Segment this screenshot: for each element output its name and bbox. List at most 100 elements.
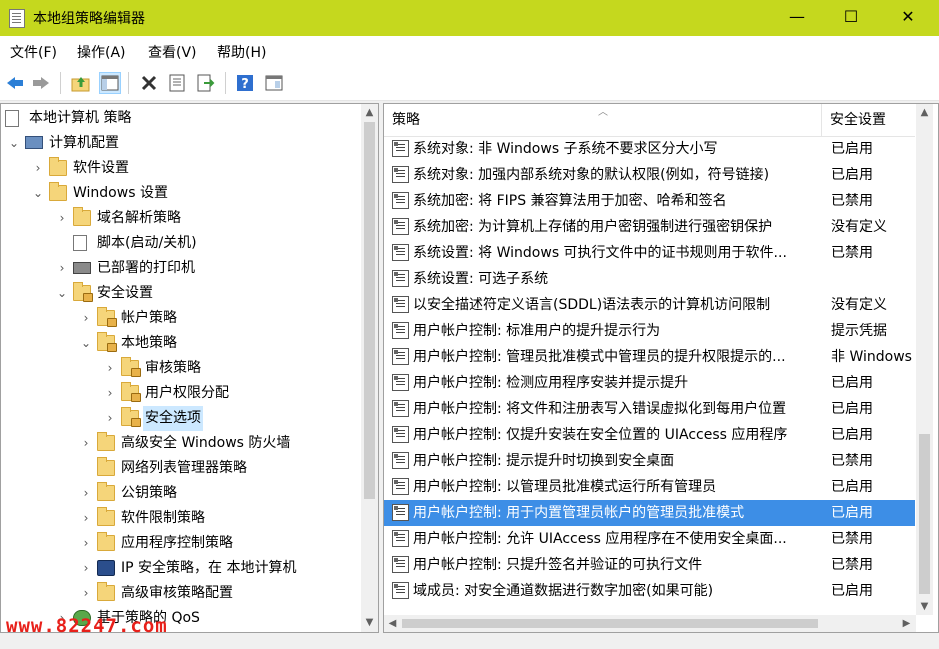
scrollbar-thumb[interactable] [402,619,818,628]
policy-row[interactable]: 系统设置: 将 Windows 可执行文件中的证书规则用于软件... 已禁用 [384,240,915,266]
chevron-right-icon[interactable]: › [79,556,93,581]
show-tree-icon[interactable] [99,72,121,94]
maximize-button[interactable]: ☐ [828,0,874,36]
chevron-right-icon[interactable]: › [103,406,117,431]
policy-row[interactable]: 用户帐户控制: 管理员批准模式中管理员的提升权限提示的... 非 Windows [384,344,915,370]
policy-row[interactable]: 系统加密: 将 FIPS 兼容算法用于加密、哈希和签名 已禁用 [384,188,915,214]
chevron-right-icon[interactable]: › [79,581,93,606]
menu-help[interactable]: 帮助(H) [217,42,266,62]
policy-icon [392,322,409,339]
scroll-up-icon[interactable]: ▲ [916,104,933,121]
policy-setting: 已禁用 [831,193,873,209]
export-icon[interactable] [195,72,217,94]
back-icon[interactable] [4,72,26,94]
chevron-down-icon[interactable]: ⌄ [55,281,69,306]
properties-icon[interactable] [166,72,188,94]
tree-item-label: 审核策略 [145,360,201,376]
chevron-right-icon[interactable]: › [79,481,93,506]
tree-item-label: 域名解析策略 [97,210,181,226]
menu-action[interactable]: 操作(A) [77,42,126,62]
chevron-right-icon[interactable]: › [31,156,45,181]
column-policy-label: 策略 [392,112,420,128]
sort-ascending-icon: ︿ [598,107,608,118]
scroll-up-icon[interactable]: ▲ [361,104,378,121]
toolbar-separator [225,72,226,94]
policy-row[interactable]: 用户帐户控制: 标准用户的提升提示行为 提示凭据 [384,318,915,344]
tree-item-label: 本地计算机 策略 [29,110,132,126]
policy-icon [392,504,409,521]
view-icon[interactable] [263,72,285,94]
policy-row[interactable]: 用户帐户控制: 提示提升时切换到安全桌面 已禁用 [384,448,915,474]
menu-view[interactable]: 查看(V) [148,42,197,62]
policy-setting: 已启用 [831,375,873,391]
list-horizontal-scrollbar[interactable]: ◀ ▶ [384,615,916,632]
close-button[interactable]: ✕ [885,0,931,36]
chevron-right-icon[interactable]: › [103,356,117,381]
policy-name: 用户帐户控制: 提示提升时切换到安全桌面 [413,453,675,469]
svg-text:?: ? [241,77,249,92]
policy-row[interactable]: 系统加密: 为计算机上存储的用户密钥强制进行强密钥保护 没有定义 [384,214,915,240]
policy-name: 系统加密: 为计算机上存储的用户密钥强制进行强密钥保护 [413,219,773,235]
policy-setting: 已启用 [831,479,873,495]
forward-icon[interactable] [30,72,52,94]
chevron-right-icon[interactable]: › [55,206,69,231]
policy-setting: 已禁用 [831,557,873,573]
menu-file[interactable]: 文件(F) [10,42,57,62]
policy-row[interactable]: 系统设置: 可选子系统 [384,266,915,292]
policy-row[interactable]: 用户帐户控制: 检测应用程序安装并提示提升 已启用 [384,370,915,396]
policy-icon [392,166,409,183]
delete-icon[interactable] [138,72,160,94]
column-header-setting[interactable]: 安全设置 [822,104,922,136]
policy-name: 用户帐户控制: 以管理员批准模式运行所有管理员 [413,479,717,495]
tree-item-label: 脚本(启动/关机) [97,235,197,251]
list-vertical-scrollbar[interactable]: ▲ ▼ [916,104,933,615]
folder-icon [97,482,115,501]
policy-setting: 已启用 [831,141,873,157]
chevron-down-icon[interactable]: ⌄ [79,331,93,356]
tree-item-label: IP 安全策略，在 本地计算机 [121,560,297,576]
policy-name: 系统对象: 非 Windows 子系统不要求区分大小写 [413,141,718,157]
secure-folder-icon [73,282,93,302]
title-bar: 本地组策略编辑器 — ☐ ✕ [0,0,939,36]
minimize-button[interactable]: — [774,0,820,36]
script-icon [73,235,87,251]
policy-row[interactable]: 系统对象: 加强内部系统对象的默认权限(例如，符号链接) 已启用 [384,162,915,188]
folder-open-icon [49,182,67,201]
policy-row[interactable]: 域成员: 对安全通道数据进行数字加密(如果可能) 已启用 [384,578,915,604]
chevron-right-icon[interactable]: › [79,431,93,456]
policy-row[interactable]: 用户帐户控制: 仅提升安装在安全位置的 UIAccess 应用程序 已启用 [384,422,915,448]
column-header-policy[interactable]: 策略 ︿ [384,104,821,136]
scrollbar-thumb[interactable] [919,434,930,594]
tree-item-security-options[interactable]: › 安全选项 [103,406,213,431]
chevron-down-icon[interactable]: ⌄ [7,131,21,156]
policy-name: 用户帐户控制: 标准用户的提升提示行为 [413,323,661,339]
policy-row[interactable]: 系统对象: 非 Windows 子系统不要求区分大小写 已启用 [384,136,915,162]
scroll-down-icon[interactable]: ▼ [361,614,378,631]
policy-setting: 非 Windows [831,349,912,365]
chevron-right-icon[interactable]: › [79,306,93,331]
chevron-right-icon[interactable]: › [55,256,69,281]
policy-row-selected[interactable]: 用户帐户控制: 用于内置管理员帐户的管理员批准模式 已启用 [384,500,915,526]
policy-icon [392,452,409,469]
chevron-right-icon[interactable]: › [103,381,117,406]
policy-row[interactable]: 以安全描述符定义语言(SDDL)语法表示的计算机访问限制 没有定义 [384,292,915,318]
policy-row[interactable]: 用户帐户控制: 允许 UIAccess 应用程序在不使用安全桌面... 已禁用 [384,526,915,552]
folder-icon [97,532,115,551]
policy-row[interactable]: 用户帐户控制: 只提升签名并验证的可执行文件 已禁用 [384,552,915,578]
tree-item-label: 安全选项 [143,406,203,431]
scroll-left-icon[interactable]: ◀ [384,615,401,632]
policy-row[interactable]: 用户帐户控制: 将文件和注册表写入错误虚拟化到每用户位置 已启用 [384,396,915,422]
policy-row[interactable]: 用户帐户控制: 以管理员批准模式运行所有管理员 已启用 [384,474,915,500]
tree-vertical-scrollbar[interactable]: ▲ ▼ [361,104,378,632]
tree-item-label: 软件限制策略 [121,510,205,526]
chevron-down-icon[interactable]: ⌄ [31,181,45,206]
chevron-right-icon[interactable]: › [79,531,93,556]
scroll-down-icon[interactable]: ▼ [916,598,933,615]
policy-icon [392,192,409,209]
scrollbar-thumb[interactable] [364,122,375,499]
policy-icon [392,218,409,235]
help-icon[interactable]: ? [234,72,256,94]
up-folder-icon[interactable] [70,72,92,94]
chevron-right-icon[interactable]: › [79,506,93,531]
scroll-right-icon[interactable]: ▶ [898,615,915,632]
